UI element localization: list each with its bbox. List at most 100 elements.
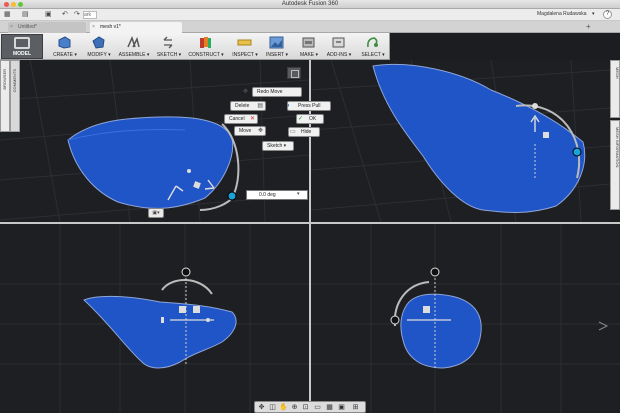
add-ins-label: ADD-INS ▾ [326,52,352,58]
close-icon[interactable]: × [10,22,13,32]
viewport-right[interactable] [311,224,620,413]
cancel-icon: ✕ [249,116,255,122]
viewport-canvas[interactable] [0,224,309,413]
model-workspace-icon [14,37,30,49]
view-cube-icon[interactable] [287,67,301,79]
delete-icon: ▤ [257,103,263,109]
data-panel-icon[interactable]: ▦ [4,11,11,19]
new-tab-button[interactable]: + [586,22,591,32]
window-title: Autodesk Fusion 360 [281,1,339,7]
redo-move-button[interactable]: Redo Move ✥ [243,87,302,97]
assemble-icon [126,35,141,49]
mesh-body [400,293,482,369]
fit-icon[interactable]: ⊡ [301,403,310,412]
assemble-label: ASSEMBLE ▾ [118,52,150,58]
mesh-information-label: MESH INFORMATION [615,127,620,168]
create-menu[interactable]: CREATE ▾ [46,34,84,59]
document-tab-bar: × Untitled* × mesh v1* + [0,21,620,33]
chevron-down-icon[interactable]: ▾ [592,11,595,17]
insert-icon [269,36,284,49]
assemble-menu[interactable]: ASSEMBLE ▾ [115,34,153,59]
redo-icon[interactable]: ↷ [74,11,80,19]
project-name[interactable]: ark [83,11,97,19]
sketch-dropdown-label: Sketch ▾ [267,143,287,149]
angle-value: 0.0 deg [259,192,276,198]
multiple-views-icon[interactable]: ⊞ [351,403,360,412]
browser-label: BROWSER [2,69,7,90]
construct-label: CONSTRUCT ▾ [188,52,224,58]
pan-icon[interactable]: ✋ [279,403,288,412]
delete-button[interactable]: Delete ▤ [230,101,266,111]
viewport-divider-vertical[interactable] [309,60,311,413]
title-bar: Autodesk Fusion 360 [0,0,620,9]
create-icon [57,36,72,49]
mesh-panel-tab[interactable]: MESH [610,60,620,118]
workspace-switcher[interactable]: MODEL [1,34,43,59]
mesh-body [83,295,237,369]
close-icon[interactable]: × [92,22,95,32]
hide-button[interactable]: ▭ Hide [288,127,320,137]
cancel-button[interactable]: Cancel ✕ [224,114,258,124]
navigation-bar: ✥ ◫ ✋ ⊕ ⊡ ▭ ▦ ▣ ⊞ [254,401,366,413]
viewport-canvas[interactable] [311,60,610,222]
zoom-icon[interactable]: ⊕ [290,403,299,412]
viewport-front[interactable] [0,224,309,413]
redo-move-icon: ✥ [243,89,249,95]
help-icon[interactable]: ? [603,10,612,19]
sketch-dropdown[interactable]: Sketch ▾ [262,141,294,151]
main-toolbar: MODEL CREATE ▾ MODIFY ▾ ASSEMBLE ▾ SKETC… [0,33,390,60]
mesh-body [67,116,234,209]
mesh-body [372,63,586,213]
viewport-divider-horizontal[interactable] [0,222,620,224]
workspace-label: MODEL [12,51,32,57]
ok-label: OK [309,116,317,122]
move-button[interactable]: Move ✥ [234,126,266,136]
sketch-icon [161,36,176,49]
comments-panel-tab[interactable]: COMMENTS [10,60,20,132]
browser-panel-tab[interactable]: BROWSER [0,60,10,132]
inspect-icon [237,36,252,49]
move-label: Move [239,128,252,134]
undo-icon[interactable]: ↶ [62,11,68,19]
ok-button[interactable]: ✓ OK [296,114,324,124]
select-icon [365,36,380,49]
file-menu-icon[interactable]: ▤ [22,11,29,19]
modify-icon [91,36,106,49]
add-ins-icon [331,36,346,49]
construct-menu[interactable]: CONSTRUCT ▾ [187,34,225,59]
fusion-window: Autodesk Fusion 360 ▦ ▤ ▣ ↶ ↷ ark Magdal… [0,0,620,413]
move-icon: ✥ [257,128,263,134]
make-icon [301,36,316,49]
look-at-icon[interactable]: ◫ [268,403,277,412]
tab-label: mesh v1* [100,24,121,30]
tab-mesh[interactable]: × mesh v1* [90,22,182,33]
display-settings-icon[interactable]: ▣▾ [148,208,164,218]
quick-access-bar: ▦ ▤ ▣ ↶ ↷ ark Magdalena Rudawska ▾ ? [0,9,620,21]
select-label: SELECT ▾ [361,52,385,58]
press-pull-button[interactable]: ◐ Press Pull [287,101,331,111]
redo-move-label: Redo Move [257,89,283,95]
grid-settings-icon[interactable]: ▦ [325,403,334,412]
select-menu[interactable]: SELECT ▾ [354,34,392,59]
construct-icon [198,36,213,49]
tab-untitled[interactable]: × Untitled* [8,22,86,33]
sketch-label: SKETCH ▾ [156,52,182,58]
press-pull-icon: ◐ [287,103,291,109]
press-pull-label: Press Pull [298,103,321,109]
viewport-top[interactable] [311,60,610,222]
orbit-icon[interactable]: ✥ [257,403,266,412]
user-name[interactable]: Magdalena Rudawska [537,11,586,17]
save-icon[interactable]: ▣ [45,11,52,19]
mesh-information-panel-tab[interactable]: MESH INFORMATION [610,120,620,210]
chevron-down-icon[interactable]: ▾ [297,190,305,200]
viewport-canvas[interactable] [311,224,620,413]
create-label: CREATE ▾ [53,52,77,58]
comments-label: COMMENTS [12,69,17,93]
sketch-menu[interactable]: SKETCH ▾ [150,34,188,59]
display-settings-icon[interactable]: ▭ [313,403,322,412]
viewports-icon[interactable]: ▣ [337,403,346,412]
ok-icon: ✓ [298,116,304,122]
tab-label: Untitled* [18,24,37,30]
add-ins-menu[interactable]: ADD-INS ▾ [320,34,358,59]
modify-menu[interactable]: MODIFY ▾ [80,34,118,59]
